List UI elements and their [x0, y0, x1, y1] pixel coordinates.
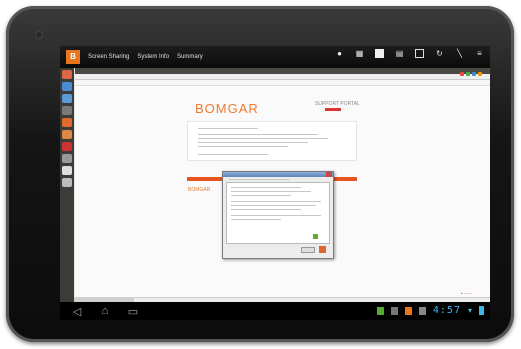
launcher-app-icon[interactable]: [62, 178, 72, 187]
text-line: [231, 219, 281, 220]
clipboard-icon[interactable]: ▤: [395, 49, 404, 58]
remote-desktop-view[interactable]: BOMGAR SUPPORT PORTAL BOMGAR ▸ ────: [60, 68, 490, 302]
text-line: [231, 191, 311, 192]
text-line: [198, 138, 328, 139]
menu-icon[interactable]: ≡: [475, 49, 484, 58]
toolbar-icon[interactable]: [478, 72, 482, 76]
remote-dialog-window[interactable]: [222, 171, 334, 259]
text-line: [198, 154, 268, 155]
browser-bookmarks-bar: [75, 80, 490, 86]
dialog-titlebar[interactable]: [223, 172, 333, 177]
text-line: [231, 215, 321, 216]
system-tray: 4:57 ▾: [376, 305, 484, 316]
tab-system-info[interactable]: System Info: [137, 54, 169, 60]
dialog-close-icon[interactable]: [326, 172, 332, 177]
notification-icon[interactable]: [376, 306, 384, 315]
launcher-app-icon[interactable]: [62, 82, 72, 91]
text-line: [198, 134, 318, 135]
popup-link[interactable]: ▸ ────: [461, 291, 472, 295]
keyboard-icon[interactable]: ▦: [355, 49, 364, 58]
text-line: [231, 187, 301, 188]
back-icon[interactable]: ◁: [70, 305, 84, 318]
system-navigation-bar: ◁ ⌂ ▭ 4:57 ▾: [60, 302, 490, 320]
clock: 4:57: [432, 305, 461, 316]
text-line: [231, 205, 316, 206]
bomgar-app-icon[interactable]: B: [66, 50, 80, 64]
launcher-app-icon[interactable]: [62, 70, 72, 79]
camera-icon: [36, 32, 42, 38]
launcher-app-icon[interactable]: [62, 94, 72, 103]
bomgar-logo: BOMGAR: [195, 101, 259, 116]
home-icon[interactable]: ⌂: [98, 305, 112, 317]
tablet-frame: B Screen Sharing System Info Summary ● ▦…: [6, 6, 514, 342]
launcher-app-icon[interactable]: [62, 106, 72, 115]
recent-apps-icon[interactable]: ▭: [126, 305, 140, 318]
launcher-app-icon[interactable]: [62, 130, 72, 139]
tools-icon[interactable]: ╲: [455, 49, 464, 58]
battery-icon: [479, 306, 484, 315]
text-line: [198, 128, 258, 129]
text-line: [231, 209, 301, 210]
portal-subtitle-mark: [325, 108, 341, 111]
dialog-red-icon[interactable]: [319, 246, 326, 253]
chat-icon[interactable]: ●: [335, 49, 344, 58]
action-icons: ● ▦ ▤ ↻ ╲ ≡: [335, 49, 484, 58]
toolbar-icon[interactable]: [472, 72, 476, 76]
tab-screen-sharing[interactable]: Screen Sharing: [88, 54, 129, 60]
text-line: [198, 146, 288, 147]
stop-icon[interactable]: [375, 49, 384, 58]
dialog-green-icon: [313, 234, 318, 239]
refresh-icon[interactable]: ↻: [435, 49, 444, 58]
action-bar: B Screen Sharing System Info Summary ● ▦…: [60, 46, 490, 68]
notification-icon[interactable]: [418, 306, 426, 315]
bomgar-small-logo: BOMGAR: [188, 187, 211, 193]
desktop-launcher: [60, 68, 74, 302]
tablet-screen: B Screen Sharing System Info Summary ● ▦…: [60, 46, 490, 320]
bomgar-notification-icon[interactable]: [404, 306, 412, 315]
toolbar-icon[interactable]: [466, 72, 470, 76]
remote-browser-window: BOMGAR SUPPORT PORTAL BOMGAR ▸ ────: [75, 68, 490, 302]
portal-content-box: [187, 121, 357, 161]
tab-summary[interactable]: Summary: [177, 54, 203, 60]
launcher-app-icon[interactable]: [62, 118, 72, 127]
text-line: [229, 179, 289, 180]
text-line: [231, 195, 291, 196]
save-icon[interactable]: [415, 49, 424, 58]
toolbar-icon[interactable]: [460, 72, 464, 76]
notification-icon[interactable]: [390, 306, 398, 315]
support-portal-page: BOMGAR SUPPORT PORTAL BOMGAR: [75, 87, 490, 297]
browser-toolbar-icons: [460, 72, 482, 76]
launcher-app-icon[interactable]: [62, 166, 72, 175]
support-portal-heading: SUPPORT PORTAL: [315, 101, 360, 107]
wifi-icon: ▾: [467, 306, 472, 315]
text-line: [198, 142, 308, 143]
launcher-app-icon[interactable]: [62, 154, 72, 163]
dialog-button[interactable]: [301, 247, 315, 253]
launcher-app-icon[interactable]: [62, 142, 72, 151]
text-line: [231, 201, 321, 202]
